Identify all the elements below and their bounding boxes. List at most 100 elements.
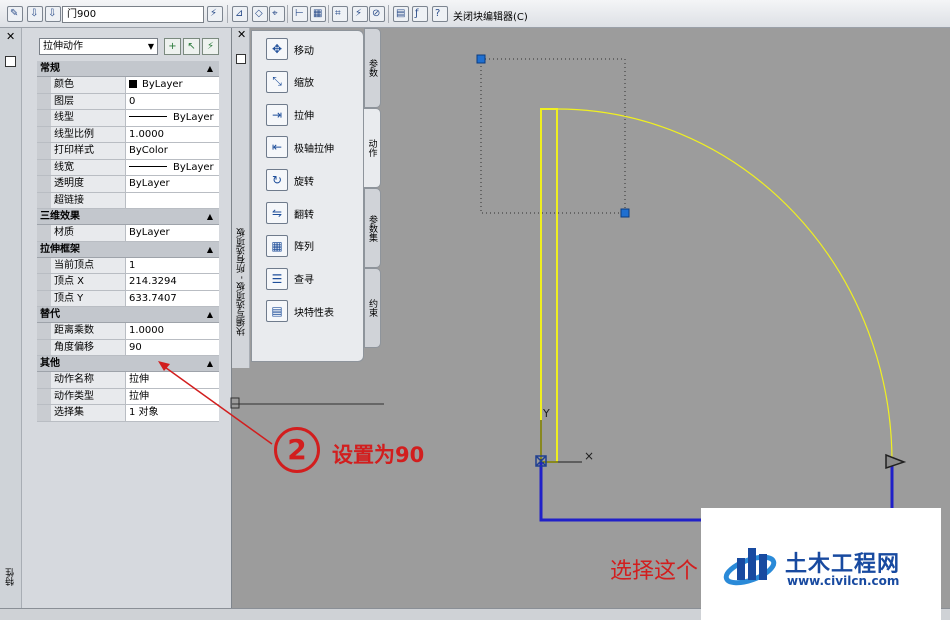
authoring-palette-titlebar[interactable]: ✕ 块编写选项板 - 所有选项板 [232,28,250,368]
property-value[interactable]: 1 [126,257,219,273]
property-value[interactable]: 0 [126,93,219,109]
action-tool-label: 拉伸 [294,111,314,123]
collapse-icon[interactable]: ▲ [207,307,213,323]
property-row[interactable]: 线宽 ByLayer [37,159,219,176]
block-name-value: 门900 [67,9,97,20]
action-tool[interactable]: ↻ 旋转 [266,166,314,194]
property-row[interactable]: 动作类型 拉伸 [37,388,219,405]
palette-tab[interactable]: 参数集 [364,188,381,268]
property-row[interactable]: 角度偏移 90 [37,339,219,356]
property-row[interactable]: 距离乘数 1.0000 [37,323,219,340]
constraint-bar-icon[interactable]: ⊢ [292,6,308,22]
property-row[interactable]: 当前顶点 1 [37,257,219,274]
attribute-icon[interactable]: ⊘ [369,6,385,22]
formula-icon[interactable]: ƒ [412,6,428,22]
property-row[interactable]: 超链接 [37,192,219,209]
save-block-icon[interactable]: ⇩ [27,6,43,22]
category-header[interactable]: 常规 ▲ [37,61,219,77]
parameter-manager-icon[interactable]: ▦ [310,6,326,22]
palette-options-icon[interactable] [236,54,246,64]
action-tool[interactable]: ✥ 移动 [266,35,314,63]
close-icon[interactable]: ✕ [237,28,246,41]
geometric-constraint-icon[interactable]: ◇ [252,6,268,22]
collapse-icon[interactable]: ▲ [207,356,213,372]
dimension-constraint-icon[interactable]: ⌖ [269,6,285,22]
palette-options-icon[interactable] [5,56,16,67]
action-tool[interactable]: ⤡ 缩放 [266,68,314,96]
select-objects-button[interactable]: ↖ [183,38,200,55]
property-value[interactable]: ByLayer [126,77,219,93]
toggle-pickadd-button[interactable]: + [164,38,181,55]
define-attribute-icon[interactable]: ▤ [393,6,409,22]
palette-tab[interactable]: 参数 [364,28,381,108]
action-tool[interactable]: ▤ 块特性表 [266,297,334,325]
property-value[interactable]: 1 对象 [126,405,219,421]
property-value[interactable]: ByLayer [126,110,219,126]
collapse-icon[interactable]: ▲ [207,61,213,77]
property-value[interactable]: ByLayer [126,176,219,192]
action-tool[interactable]: ⇤ 极轴拉伸 [266,133,334,161]
category-header[interactable]: 替代 ▲ [37,307,219,323]
property-row[interactable]: 选择集 1 对象 [37,405,219,422]
close-icon[interactable]: ✕ [6,30,15,43]
property-row[interactable]: 打印样式 ByColor [37,143,219,160]
point-parameter-icon[interactable]: ⌗ [332,6,348,22]
property-row[interactable]: 颜色 ByLayer [37,77,219,94]
property-value[interactable]: 90 [126,339,219,355]
property-value[interactable]: ByLayer [126,225,219,241]
annotation-text: 设置为90 [332,443,425,467]
door-swing-arc [556,108,893,463]
property-row[interactable]: 透明度 ByLayer [37,176,219,193]
close-block-editor-button[interactable]: 关闭块编辑器(C) [453,8,528,23]
property-row[interactable]: 顶点 Y 633.7407 [37,290,219,307]
property-row[interactable]: 线型 ByLayer [37,110,219,127]
action-tool[interactable]: ☰ 查寻 [266,265,314,293]
action-tool[interactable]: ▦ 阵列 [266,232,314,260]
property-value[interactable]: 214.3294 [126,274,219,290]
properties-palette-titlebar[interactable]: ✕ 特性 [0,28,22,608]
quick-select-button[interactable]: ⚡ [202,38,219,55]
property-value[interactable]: ByColor [126,143,219,159]
property-row[interactable]: 线型比例 1.0000 [37,126,219,143]
help-icon[interactable]: ? [432,6,448,22]
property-row[interactable]: 动作名称 拉伸 [37,372,219,389]
property-value[interactable]: ByLayer [126,159,219,175]
auto-constrain-icon[interactable]: ⊿ [232,6,248,22]
property-name: 线型 [51,110,126,126]
edit-block-icon[interactable]: ✎ [7,6,23,22]
action-tool[interactable]: ⇋ 翻转 [266,199,314,227]
property-name: 线型比例 [51,126,126,142]
action-icon[interactable]: ⚡ [352,6,368,22]
action-tool-label: 极轴拉伸 [294,143,334,155]
palette-tab[interactable]: 约束 [364,268,381,348]
property-value[interactable] [126,192,219,208]
property-value-text: 1 [129,259,136,271]
property-name: 颜色 [51,77,126,93]
object-type-dropdown[interactable]: 拉伸动作 ▼ [39,38,158,55]
property-row[interactable]: 图层 0 [37,93,219,110]
palette-tab[interactable]: 动作 [364,108,381,188]
property-value-text: 633.7407 [129,292,177,304]
property-row[interactable]: 顶点 X 214.3294 [37,274,219,291]
property-value[interactable]: 1.0000 [126,126,219,142]
property-value[interactable]: 633.7407 [126,290,219,306]
action-tool[interactable]: ⇥ 拉伸 [266,101,314,129]
ucs-x-label: × [584,449,594,463]
stretch-icon: ⇥ [266,103,288,126]
category-header[interactable]: 拉伸框架 ▲ [37,241,219,258]
property-value-text: 1.0000 [129,325,164,336]
property-value[interactable]: 拉伸 [126,388,219,404]
property-value-text: 90 [129,341,142,353]
test-block-icon[interactable]: ⚡ [207,6,223,22]
collapse-icon[interactable]: ▲ [207,209,213,225]
property-value[interactable]: 拉伸 [126,372,219,388]
save-block-as-icon[interactable]: ⇩ [45,6,61,22]
category-header[interactable]: 其他 ▲ [37,356,219,372]
watermark-logo-icon [723,548,777,586]
block-name-field[interactable]: 门900 [62,6,204,23]
property-value[interactable]: 1.0000 [126,323,219,339]
collapse-icon[interactable]: ▲ [207,242,213,258]
property-value-text: ByLayer [129,227,170,238]
property-row[interactable]: 材质 ByLayer [37,225,219,242]
category-header[interactable]: 三维效果 ▲ [37,209,219,225]
